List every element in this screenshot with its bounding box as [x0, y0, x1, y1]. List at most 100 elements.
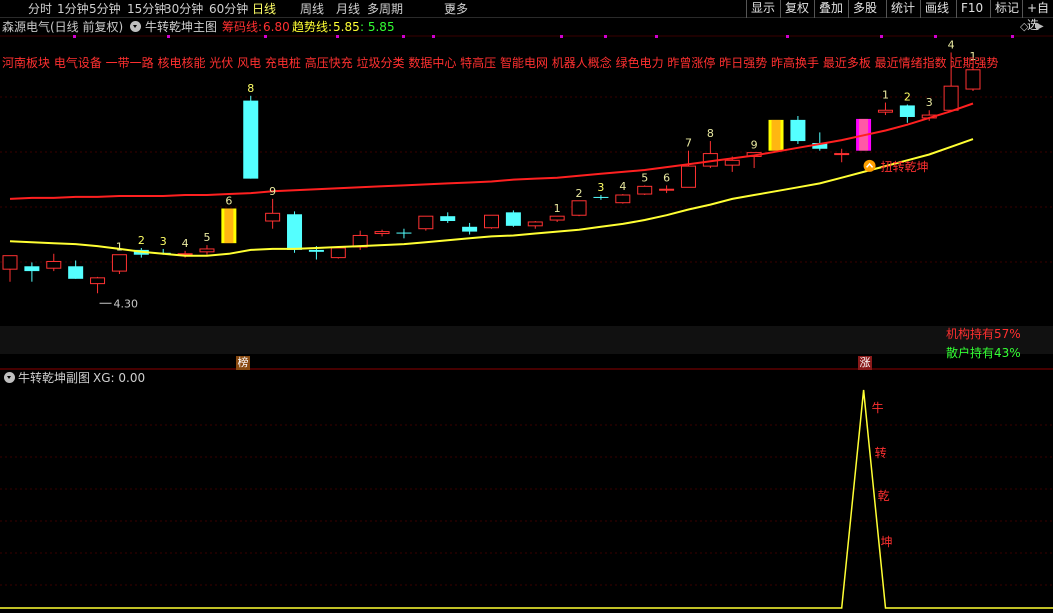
sub-indicator-name[interactable]: 牛转乾坤副图	[18, 370, 90, 386]
period-tab[interactable]: 15分钟	[127, 1, 166, 17]
period-tab[interactable]: 5分钟	[89, 1, 121, 17]
peak-char: 坤	[881, 534, 893, 549]
sequence-number: 2	[904, 90, 911, 103]
period-tab[interactable]: 60分钟	[209, 1, 248, 17]
candle-body	[330, 247, 346, 259]
marker-dot	[560, 35, 563, 38]
candle-body	[527, 221, 543, 227]
sequence-number: 1	[882, 89, 889, 102]
marker-dot	[604, 35, 607, 38]
candle-body	[46, 260, 62, 269]
peak-char: 乾	[878, 489, 890, 503]
candle-body	[724, 159, 740, 166]
xg-value: XG: 0.00	[93, 371, 146, 385]
candle-body	[308, 249, 324, 252]
expand-arrow-icon[interactable]: ▶	[1036, 19, 1044, 35]
toolbar-button[interactable]: +自选	[1022, 0, 1053, 32]
candle-body	[877, 109, 893, 113]
toolbar-button[interactable]: 叠加	[814, 0, 847, 18]
period-tab[interactable]: 1分钟	[57, 1, 89, 17]
candle-body	[593, 196, 609, 198]
period-tab[interactable]: 30分钟	[164, 1, 203, 17]
main-indicator-name[interactable]: 牛转乾坤主图	[145, 19, 217, 35]
special-bar-core	[771, 119, 781, 151]
toolbar-button[interactable]: 多股	[848, 0, 881, 18]
marker-dot	[934, 35, 937, 38]
sequence-number: 5	[203, 231, 210, 244]
low-price-label: 4.30	[114, 297, 139, 310]
peak-char: 转	[875, 445, 887, 460]
sub-info-bar: 牛转乾坤副图 XG: 0.00	[0, 370, 1053, 386]
candle-body	[462, 226, 478, 232]
candle-body	[790, 119, 806, 142]
chip-line	[9, 102, 974, 200]
sequence-number: 8	[707, 127, 714, 140]
chip-line-label: 筹码线:	[222, 20, 263, 34]
stock-title[interactable]: 森源电气(日线 前复权)	[2, 19, 123, 35]
trend-line-value-2: : 5.85	[360, 20, 395, 34]
signal-icon	[863, 159, 876, 172]
kline-chart[interactable]: 12 3 4 568912 3 45 67891 2 341 牛转乾坤 4.30扭转乾坤	[0, 0, 1053, 613]
marker-dot	[336, 35, 339, 38]
sequence-number: 8	[247, 82, 254, 95]
main-info-bar: 森源电气(日线 前复权) 牛转乾坤主图 筹码线: 6.80 趋势线: 5.85 …	[0, 19, 1053, 35]
marker-dot	[786, 35, 789, 38]
marker-dot	[432, 35, 435, 38]
xg-line	[0, 389, 1053, 609]
sequence-number: 1	[554, 202, 561, 215]
signal-label: 扭转乾坤	[881, 159, 929, 174]
sub-collapse-icon[interactable]	[4, 370, 15, 386]
sequence-number: 4	[619, 180, 626, 193]
candle-body	[90, 277, 106, 285]
candle-body	[549, 215, 565, 221]
sequence-number: 9	[751, 139, 758, 152]
institution-holding: 机构持有57%	[946, 327, 1021, 341]
candle-body	[265, 212, 281, 222]
candle-body	[111, 254, 127, 272]
marker-dot	[167, 35, 170, 38]
special-bar-core	[224, 208, 234, 244]
sequence-number: 7	[685, 137, 692, 150]
holding-strip	[0, 326, 1053, 354]
marker-dot	[655, 35, 658, 38]
marker-dot	[1011, 35, 1014, 38]
sequence-number: 3	[160, 235, 167, 248]
diamond-icon[interactable]: ◇	[1020, 19, 1028, 35]
candle-body	[899, 105, 915, 117]
limit-up-badge[interactable]: 涨	[858, 356, 872, 370]
chip-line-value: 6.80	[263, 20, 290, 34]
peak-char: 牛	[872, 400, 884, 415]
sequence-number: 2	[138, 234, 145, 247]
sequence-number: 6	[663, 171, 670, 184]
candle-body	[484, 214, 499, 229]
period-tab[interactable]: 日线	[252, 1, 276, 17]
candle-body	[287, 214, 303, 250]
retail-holding: 散户持有43%	[946, 346, 1021, 360]
toolbar-button[interactable]: 统计	[886, 0, 919, 18]
candle-body	[199, 248, 215, 253]
period-tab[interactable]: 更多	[444, 1, 468, 17]
collapse-icon[interactable]	[130, 19, 141, 35]
period-tab[interactable]: 分时	[28, 1, 52, 17]
sequence-number: 3	[597, 181, 604, 194]
toolbar-button[interactable]: 画线	[920, 0, 953, 18]
toolbar-button[interactable]: 复权	[780, 0, 813, 18]
candle-body	[505, 212, 521, 226]
sequence-number: 6	[225, 194, 232, 207]
trend-line-label: 趋势线:	[292, 20, 333, 34]
toolbar-button[interactable]: F10	[956, 0, 987, 18]
toolbar-button[interactable]: 标记	[990, 0, 1023, 18]
sequence-number: 4	[182, 237, 189, 250]
sequence-number: 2	[576, 187, 583, 200]
candle-body	[965, 69, 981, 90]
toolbar-button[interactable]: 显示	[746, 0, 779, 18]
period-tab[interactable]: 月线	[336, 1, 360, 17]
period-tab[interactable]: 周线	[300, 1, 324, 17]
period-tab[interactable]: 多周期	[367, 1, 403, 17]
more-arrow-icon[interactable]: ›	[450, 1, 455, 17]
rank-badge[interactable]: 榜	[236, 356, 250, 370]
sequence-number: 3	[926, 96, 933, 109]
marker-dot	[73, 35, 76, 38]
trend-line-value: 5.85	[333, 20, 360, 34]
candle-body	[615, 194, 631, 204]
